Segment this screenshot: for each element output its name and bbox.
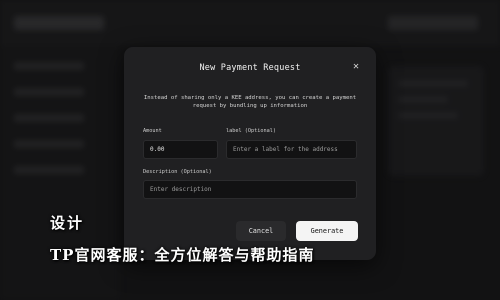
background-sidebar-row <box>14 166 84 174</box>
cancel-button[interactable]: Cancel <box>236 221 286 241</box>
dialog-description: Instead of sharing only a KEE address, y… <box>143 95 357 109</box>
caption-line-2: TP官网客服：全方位解答与帮助指南 <box>50 246 315 264</box>
description-input[interactable] <box>143 180 357 199</box>
caption-line-1: 设计 <box>50 214 85 232</box>
amount-input[interactable] <box>143 140 218 159</box>
label-field-label: label (Optional) <box>226 128 276 134</box>
background-sidebar-row <box>14 114 84 122</box>
amount-label: Amount <box>143 128 162 134</box>
label-input[interactable] <box>226 140 357 159</box>
description-field-label: Description (Optional) <box>143 169 212 175</box>
generate-button[interactable]: Generate <box>296 221 358 241</box>
background-line <box>398 112 458 119</box>
background-logo <box>14 16 104 30</box>
background-line <box>398 96 448 103</box>
background-line <box>398 80 468 87</box>
background-sidebar-row <box>14 62 84 70</box>
background-sidebar-row <box>14 140 84 148</box>
screen: New Payment Request ✕ Instead of sharing… <box>0 0 500 300</box>
close-icon[interactable]: ✕ <box>350 61 362 73</box>
background-sidebar-row <box>14 88 84 96</box>
payment-request-dialog: New Payment Request ✕ Instead of sharing… <box>124 47 376 260</box>
background-top-right <box>388 16 478 30</box>
dialog-title: New Payment Request <box>199 63 301 73</box>
